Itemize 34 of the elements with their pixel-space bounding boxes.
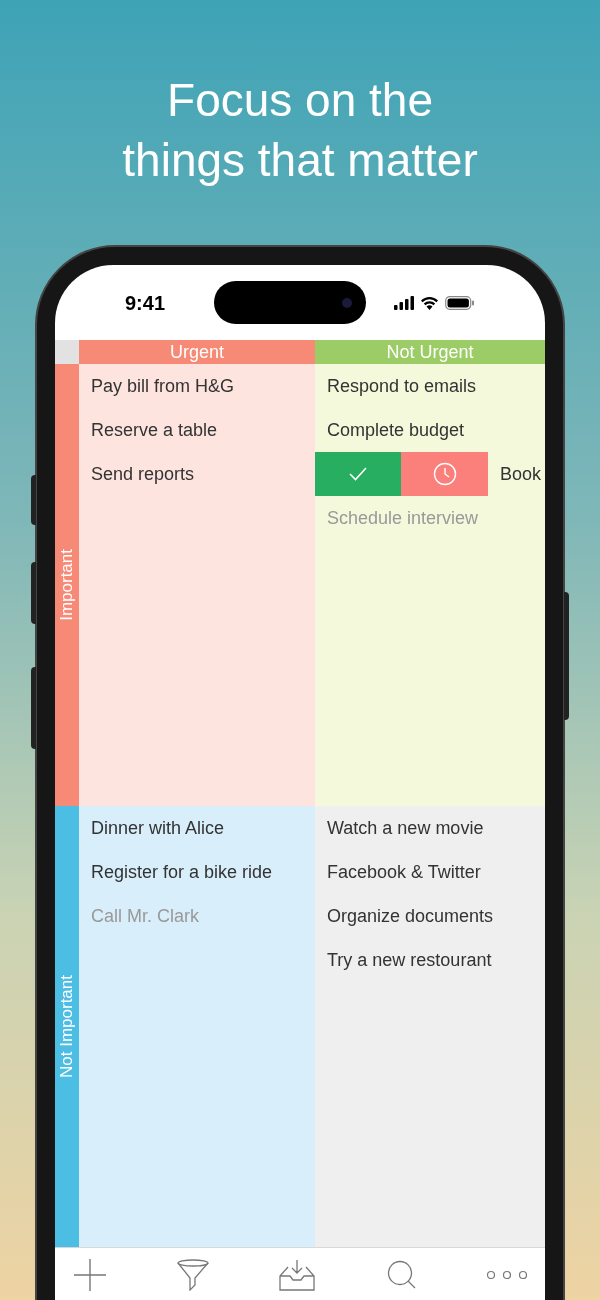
- signal-icon: [394, 295, 414, 310]
- task-title[interactable]: Respond to emails: [327, 372, 477, 400]
- funnel-icon: [176, 1259, 209, 1291]
- task-title[interactable]: Facebook & Twitter: [327, 858, 481, 886]
- task-title[interactable]: Try a new restourant: [327, 946, 492, 974]
- filter-button[interactable]: [175, 1258, 210, 1292]
- more-icon: [487, 1270, 527, 1280]
- row-label: Not Important: [56, 975, 78, 1078]
- task-title[interactable]: Complete budget: [327, 416, 465, 444]
- task-title[interactable]: Dinner with Alice: [91, 814, 225, 842]
- search-icon: [386, 1260, 417, 1290]
- wifi-icon: [420, 295, 439, 310]
- task-title[interactable]: Reserve a table: [91, 416, 218, 444]
- task-title[interactable]: Register for a bike ride: [91, 858, 273, 886]
- checkmark-icon: [348, 466, 368, 482]
- corner-cell: [55, 340, 79, 364]
- headline: things that matter: [122, 133, 478, 188]
- column-header: Urgent: [79, 340, 315, 364]
- battery-icon: [445, 295, 475, 310]
- task-title[interactable]: Watch a new movie: [327, 814, 484, 842]
- task-title[interactable]: Organize documents: [327, 902, 494, 930]
- add-button[interactable]: [73, 1258, 107, 1292]
- task-title[interactable]: Pay bill from H&G: [91, 372, 235, 400]
- task-title[interactable]: Send reports: [91, 460, 195, 488]
- headline: Focus on the: [167, 73, 433, 128]
- row-label: Important: [56, 549, 78, 621]
- task-title[interactable]: Book: [500, 460, 542, 488]
- plus-icon: [74, 1259, 106, 1291]
- camera-icon: [341, 297, 352, 308]
- clock-icon: [432, 462, 457, 486]
- inbox-download-icon: [279, 1259, 315, 1291]
- column-header: Not Urgent: [315, 340, 545, 364]
- status-time: 9:41: [125, 290, 167, 316]
- inbox-button[interactable]: [278, 1258, 316, 1292]
